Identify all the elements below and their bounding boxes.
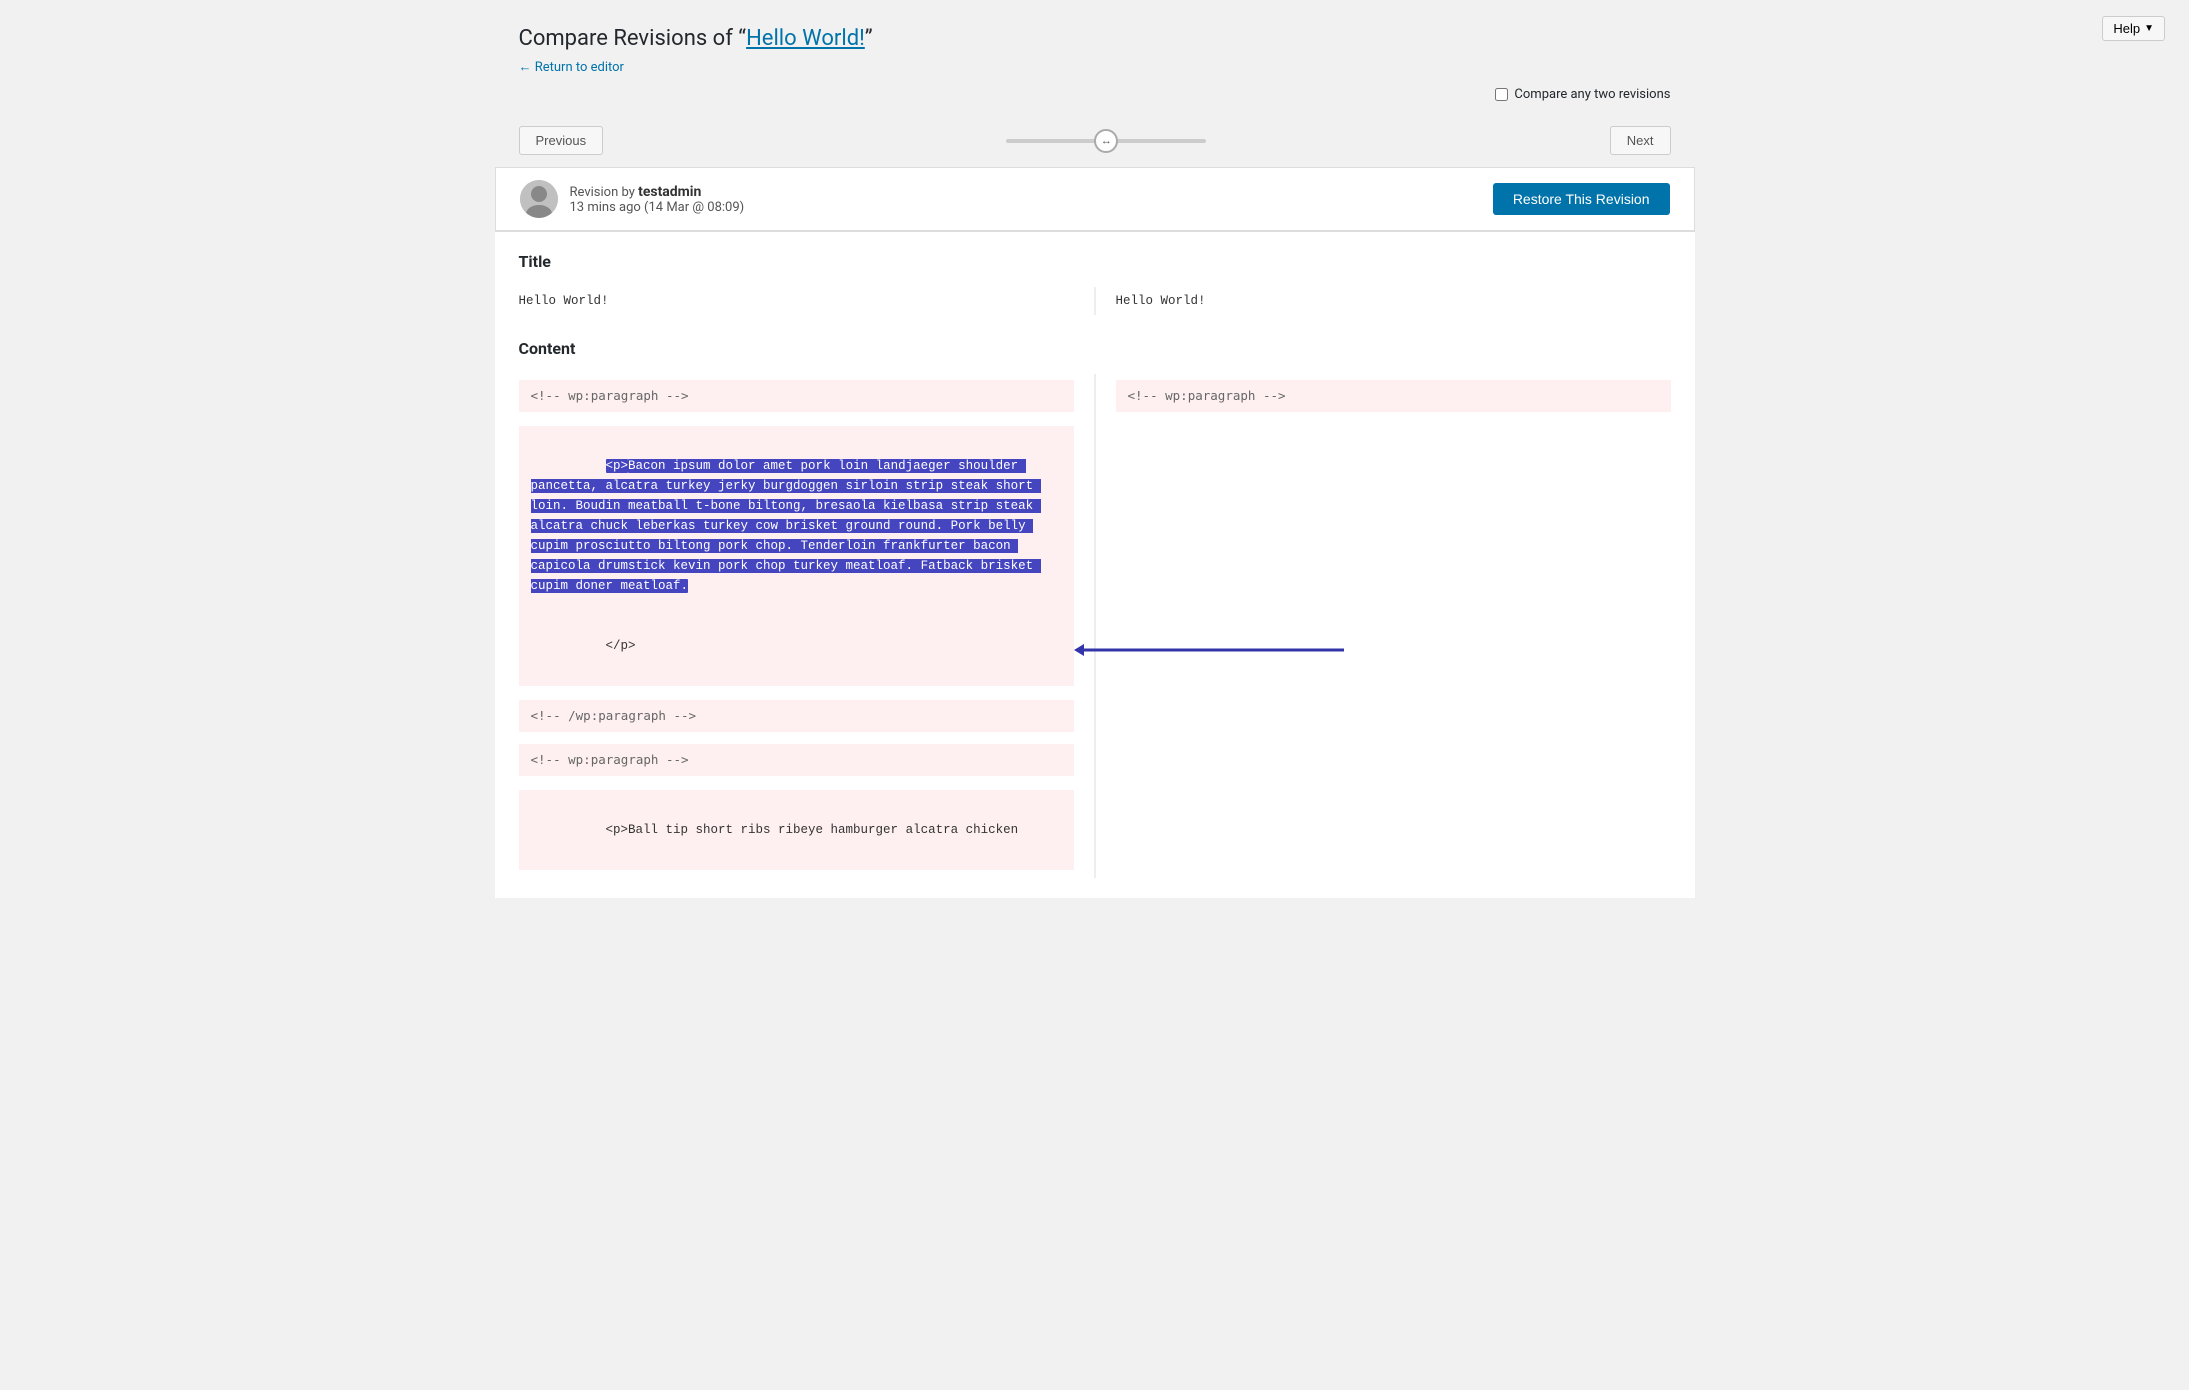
- revision-info: Revision by testadmin 13 mins ago (14 Ma…: [520, 180, 745, 218]
- revision-details: Revision by testadmin 13 mins ago (14 Ma…: [570, 184, 745, 215]
- help-label: Help: [2113, 21, 2140, 36]
- page-wrapper: Help ▼ Compare Revisions of “Hello World…: [495, 0, 1695, 1390]
- revision-author-line: Revision by testadmin: [570, 184, 745, 200]
- wp-close-comment-row: <!-- /wp:paragraph -->: [519, 694, 1671, 738]
- post-title-link[interactable]: Hello World!: [746, 26, 865, 51]
- revision-slider-container: ↔: [1006, 139, 1206, 143]
- return-to-editor-link[interactable]: ← Return to editor: [519, 60, 624, 75]
- para2-row: <p>Ball tip short ribs ribeye hamburger …: [519, 782, 1671, 878]
- compare-revisions-row: Compare any two revisions: [495, 87, 1695, 114]
- next-button[interactable]: Next: [1610, 126, 1671, 155]
- slider-track: ↔: [1006, 139, 1206, 143]
- help-button[interactable]: Help ▼: [2102, 16, 2165, 41]
- page-header: Compare Revisions of “Hello World!” ← Re…: [495, 10, 1695, 87]
- para2-right: [1094, 782, 1671, 878]
- avatar: [520, 180, 558, 218]
- compare-revisions-checkbox[interactable]: [1495, 88, 1508, 101]
- wp-close-right: [1094, 694, 1671, 738]
- navigation-bar: Previous ↔ Next: [495, 114, 1695, 167]
- wp-comment-row: <!-- wp:paragraph --> <!-- wp:paragraph …: [519, 374, 1671, 418]
- removed-block-left: <p>Bacon ipsum dolor amet pork loin land…: [519, 418, 1094, 694]
- wp-comment-left: <!-- wp:paragraph -->: [519, 374, 1094, 418]
- title-diff-row: Hello World! Hello World!: [519, 287, 1671, 315]
- avatar-icon: [520, 180, 558, 218]
- wp-para2-row: <!-- wp:paragraph -->: [519, 738, 1671, 782]
- removed-paragraph-row: <p>Bacon ipsum dolor amet pork loin land…: [519, 418, 1671, 694]
- para2-left: <p>Ball tip short ribs ribeye hamburger …: [519, 782, 1094, 878]
- para2-removed: <p>Ball tip short ribs ribeye hamburger …: [519, 790, 1074, 870]
- content-section-label: Content: [519, 339, 1671, 358]
- title-section-label: Title: [519, 252, 1671, 271]
- revision-author: testadmin: [638, 184, 701, 200]
- wp-para2-left: <!-- wp:paragraph -->: [519, 738, 1094, 782]
- title-right: Hello World!: [1094, 287, 1671, 315]
- deleted-open-tag: <p>: [606, 459, 629, 473]
- page-title: Compare Revisions of “Hello World!”: [519, 26, 1671, 51]
- title-left: Hello World!: [519, 287, 1094, 315]
- compare-revisions-label[interactable]: Compare any two revisions: [1495, 87, 1670, 102]
- previous-button[interactable]: Previous: [519, 126, 604, 155]
- slider-handle[interactable]: ↔: [1094, 129, 1118, 153]
- revision-time: 13 mins ago (14 Mar @ 08:09): [570, 200, 745, 215]
- diff-container: Title Hello World! Hello World! Content …: [495, 231, 1695, 898]
- revision-bar: Revision by testadmin 13 mins ago (14 Ma…: [495, 167, 1695, 231]
- wp-para2-right: [1094, 738, 1671, 782]
- removed-section: <p>Bacon ipsum dolor amet pork loin land…: [519, 426, 1074, 686]
- wp-close-left: <!-- /wp:paragraph -->: [519, 694, 1094, 738]
- annotation-arrow: [1074, 630, 1354, 670]
- restore-revision-button[interactable]: Restore This Revision: [1493, 183, 1670, 215]
- deleted-paragraph-text: Bacon ipsum dolor amet pork loin landjae…: [531, 459, 1041, 593]
- wp-comment-right: <!-- wp:paragraph -->: [1094, 374, 1671, 418]
- help-chevron-icon: ▼: [2144, 23, 2154, 34]
